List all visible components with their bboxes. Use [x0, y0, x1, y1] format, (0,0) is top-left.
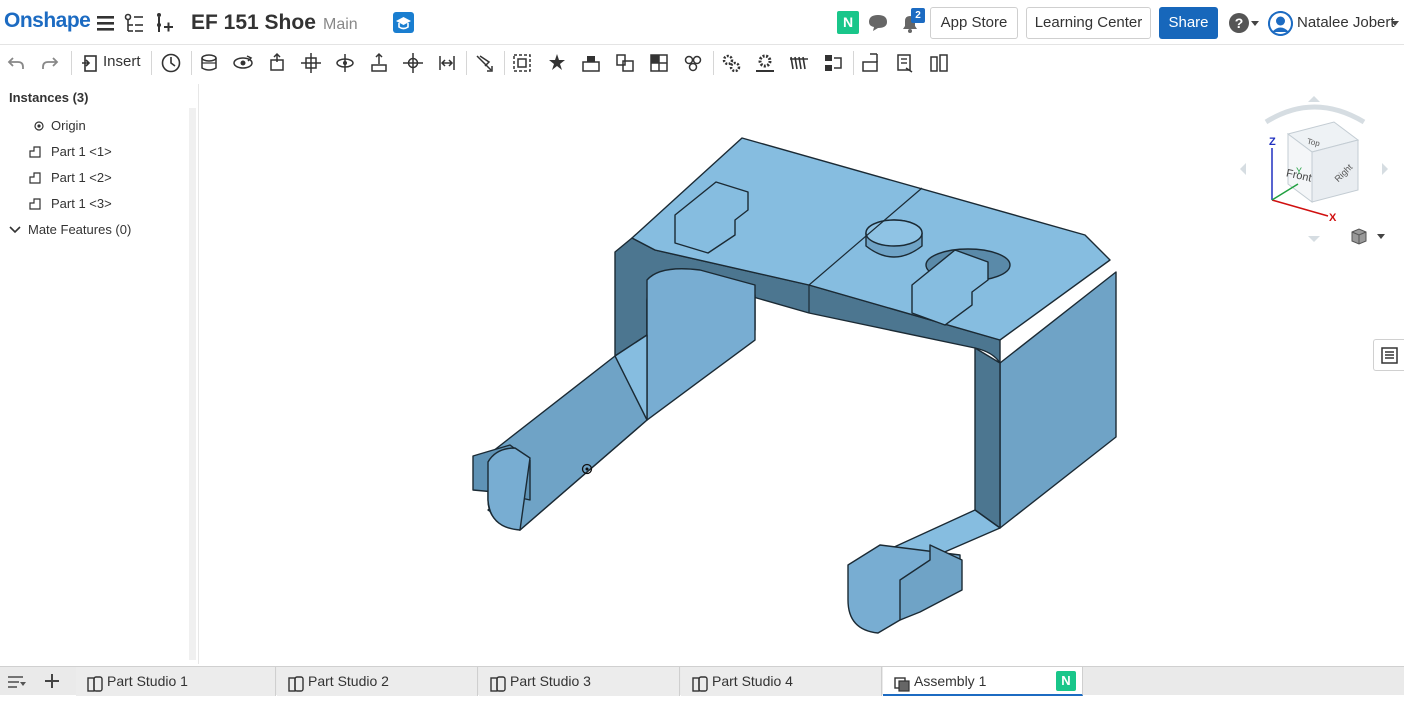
tangent-mate-icon[interactable] [470, 49, 498, 77]
comments-icon[interactable] [867, 13, 889, 33]
view-mode-icon[interactable] [1350, 227, 1372, 247]
tab-label: Part Studio 3 [510, 673, 591, 689]
menu-icon[interactable] [94, 11, 118, 35]
chevron-down-icon[interactable] [8, 223, 22, 237]
parallel-mate-icon[interactable] [433, 49, 461, 77]
app-store-button[interactable]: App Store [930, 7, 1018, 39]
instance-part-1-2[interactable]: Part 1 <2> [28, 168, 178, 188]
learning-badge-icon[interactable] [393, 12, 414, 33]
tab-label: Part Studio 2 [308, 673, 389, 689]
tab-label: Assembly 1 [914, 673, 987, 689]
top-header: Onshape EF 151 Shoe Main N 2 App Store L… [0, 0, 1404, 45]
part-studio-icon [691, 673, 709, 692]
feature-tree-icon[interactable] [122, 11, 146, 35]
panel-scrollbar[interactable] [189, 108, 196, 660]
user-dropdown-icon[interactable] [1391, 21, 1399, 26]
linear-pattern-icon[interactable] [611, 49, 639, 77]
axis-x-label: X [1329, 212, 1337, 224]
tab-part-studio-3[interactable]: Part Studio 3 [479, 667, 680, 696]
graphics-viewport[interactable]: Top Front Right Z X Y [200, 84, 1404, 666]
assembly-icon [893, 673, 911, 692]
user-presence-badge[interactable]: N [837, 11, 859, 34]
part-studio-icon [489, 673, 507, 692]
help-icon[interactable]: ? [1229, 13, 1249, 33]
instances-header[interactable]: Instances (3) [9, 90, 88, 105]
display-states-icon[interactable] [891, 49, 919, 77]
part-icon [28, 197, 42, 211]
tab-label: Part Studio 1 [107, 673, 188, 689]
linear-relation-icon[interactable] [819, 49, 847, 77]
mate-connector-icon[interactable] [543, 49, 571, 77]
pin-slot-mate-icon[interactable] [365, 49, 393, 77]
insert-icon[interactable] [76, 49, 104, 77]
tab-assembly-1[interactable]: Assembly 1 [883, 667, 1083, 696]
explode-icon[interactable] [679, 49, 707, 77]
tab-bar: Part Studio 1 Part Studio 2 Part Studio … [0, 666, 1404, 696]
part-icon [28, 171, 42, 185]
mate-features-group[interactable]: Mate Features (0) [8, 220, 178, 240]
group-icon[interactable] [508, 49, 536, 77]
gear-relation-icon[interactable] [717, 49, 745, 77]
instance-label: Origin [51, 118, 86, 133]
circular-pattern-icon[interactable] [645, 49, 673, 77]
share-button[interactable]: Share [1159, 7, 1218, 39]
planar-mate-icon[interactable] [297, 49, 325, 77]
part-studio-icon [287, 673, 305, 692]
ball-mate-icon[interactable] [399, 49, 427, 77]
rack-pinion-icon[interactable] [751, 49, 779, 77]
part-studio-icon [86, 673, 104, 692]
cylindrical-mate-icon[interactable] [331, 49, 359, 77]
tab-part-studio-2[interactable]: Part Studio 2 [277, 667, 478, 696]
replicate-icon[interactable] [577, 49, 605, 77]
undo-icon[interactable] [2, 49, 30, 77]
instance-part-1-1[interactable]: Part 1 <1> [28, 142, 178, 162]
axis-z-label: Z [1269, 136, 1276, 148]
insert-button[interactable]: Insert [103, 53, 141, 70]
tab-label: Part Studio 4 [712, 673, 793, 689]
add-tab-icon[interactable] [43, 672, 61, 695]
mate-features-label: Mate Features (0) [28, 222, 132, 237]
instance-part-1-3[interactable]: Part 1 <3> [28, 194, 178, 214]
branch-label[interactable]: Main [323, 16, 358, 34]
toolbar: Insert [0, 45, 1404, 81]
view-mode-dropdown-icon[interactable] [1377, 234, 1385, 239]
revolute-mate-icon[interactable] [229, 49, 257, 77]
instance-label: Part 1 <3> [51, 196, 112, 211]
screw-relation-icon[interactable] [785, 49, 813, 77]
avatar[interactable] [1268, 11, 1293, 36]
tab-presence-badge[interactable]: N [1056, 671, 1076, 691]
redo-icon[interactable] [36, 49, 64, 77]
tab-part-studio-4[interactable]: Part Studio 4 [681, 667, 882, 696]
fastened-mate-icon[interactable] [195, 49, 223, 77]
instance-list-panel: Instances (3) Origin Part 1 <1> Part 1 <… [0, 84, 199, 664]
onshape-logo[interactable]: Onshape [4, 9, 91, 33]
part-icon [28, 145, 42, 159]
help-dropdown-icon[interactable] [1251, 21, 1259, 26]
learning-center-button[interactable]: Learning Center [1026, 7, 1151, 39]
right-panel-toggle[interactable] [1373, 339, 1404, 371]
origin-icon [32, 119, 46, 133]
view-cube[interactable]: Top Front Right Z X Y [1236, 92, 1396, 252]
slider-mate-icon[interactable] [263, 49, 291, 77]
notification-count: 2 [911, 8, 925, 23]
document-title[interactable]: EF 151 Shoe [191, 11, 316, 35]
instance-label: Part 1 <1> [51, 144, 112, 159]
insert-part-icon[interactable] [152, 11, 176, 35]
instance-origin[interactable]: Origin [32, 116, 182, 136]
tab-manager-icon[interactable] [7, 673, 27, 696]
named-positions-icon[interactable] [857, 49, 885, 77]
exploded-view-icon[interactable] [925, 49, 953, 77]
instance-label: Part 1 <2> [51, 170, 112, 185]
user-name[interactable]: Natalee Jobert [1297, 14, 1395, 31]
axis-y-label: Y [1296, 166, 1303, 176]
tab-part-studio-1[interactable]: Part Studio 1 [76, 667, 276, 696]
assembly-model[interactable] [200, 84, 1404, 666]
history-icon[interactable] [157, 49, 185, 77]
